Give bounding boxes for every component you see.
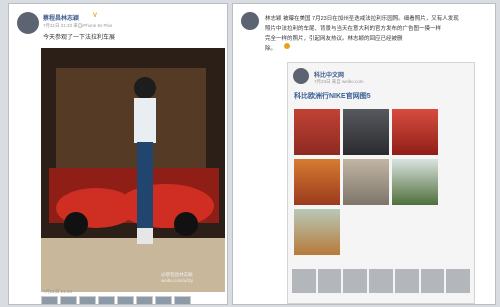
related-image[interactable]	[343, 269, 368, 293]
related-image[interactable]	[369, 269, 393, 293]
post-text: 今天参观了一下法拉利车展	[43, 35, 116, 41]
image-watermark: @蔡程昌林志颖 weibo.com/u/lzy	[161, 272, 194, 283]
repost-avatar[interactable]	[293, 68, 309, 84]
left-weibo-post: 蔡程昌林志颖 V 7月21日 21:33 来自iPhone 6s Plus 今天…	[8, 3, 228, 305]
post-text-line-4: 除。	[265, 46, 277, 52]
emoji-icon	[284, 43, 290, 49]
repost-image[interactable]	[343, 159, 389, 205]
repost-time: 7月23日 来自 weibo.com	[314, 79, 364, 84]
repost-image[interactable]	[294, 159, 340, 205]
thumbnail[interactable]	[155, 296, 172, 304]
repost-image[interactable]	[392, 159, 438, 205]
showroom-photo	[41, 48, 225, 292]
thumbnail[interactable]	[79, 296, 96, 304]
avatar[interactable]	[17, 12, 39, 34]
related-image[interactable]	[292, 269, 316, 293]
repost-image[interactable]	[294, 209, 340, 255]
verified-badge: V	[93, 13, 98, 19]
thumbnail[interactable]	[174, 296, 191, 304]
post-footer-time: 7月21日 21:33	[43, 289, 73, 294]
avatar[interactable]	[241, 12, 259, 30]
thumbnail[interactable]	[41, 296, 58, 304]
repost-image[interactable]	[294, 109, 340, 155]
repost-image[interactable]	[392, 109, 438, 155]
related-image[interactable]	[420, 269, 445, 293]
repost-title: 科比欧洲行NIKE官网图5	[294, 93, 371, 100]
related-image[interactable]	[394, 269, 419, 293]
repost-card[interactable]: 科比中文网 7月23日 来自 weibo.com 科比欧洲行NIKE官网图5	[287, 62, 475, 304]
post-text-line-1: 林志颖 被曝在美国 7月23日在加州圣迭戒法拉利乐园照。细看照片，又有人发现	[265, 16, 459, 22]
post-photo[interactable]: @蔡程昌林志颖 weibo.com/u/lzy	[41, 48, 225, 292]
post-username[interactable]: 蔡程昌林志颖	[43, 13, 79, 22]
thumbnail[interactable]	[136, 296, 153, 304]
post-text-line-3: 完全一样的照片，引起网友热议。林志颖的回应已经被删	[265, 36, 403, 42]
image-thumbnail-strip	[41, 296, 191, 304]
thumbnail[interactable]	[60, 296, 77, 304]
repost-account[interactable]: 科比中文网	[314, 70, 344, 79]
related-images-strip	[292, 269, 471, 293]
related-image[interactable]	[446, 269, 471, 293]
thumbnail[interactable]	[98, 296, 115, 304]
repost-image[interactable]	[343, 109, 389, 155]
right-weibo-post: 林志颖 被曝在美国 7月23日在加州圣迭戒法拉利乐园照。细看照片，又有人发现 照…	[232, 3, 496, 305]
post-text-line-2: 照片中法拉利的车尾、背景与当天在意大利的官方发布的广告图一摸一样	[265, 26, 442, 32]
thumbnail[interactable]	[117, 296, 134, 304]
post-time[interactable]: 7月21日 21:33 来自iPhone 6s Plus	[43, 23, 112, 29]
related-image[interactable]	[317, 269, 342, 293]
